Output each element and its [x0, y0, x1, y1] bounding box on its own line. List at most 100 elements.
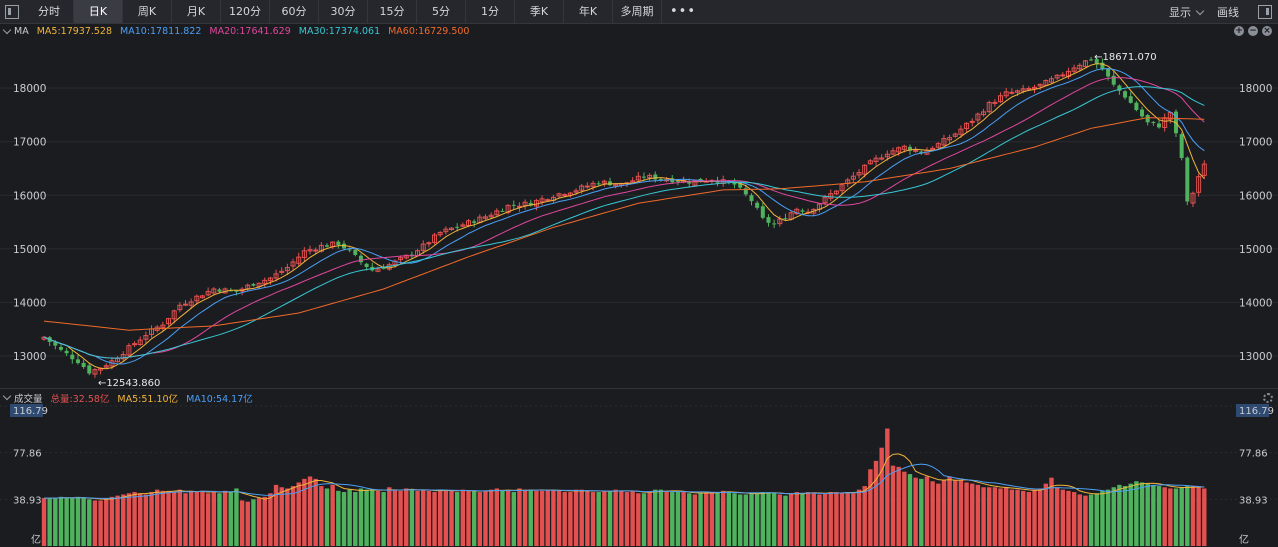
volume-bar	[511, 492, 516, 546]
volume-bar	[777, 494, 782, 546]
volume-bar	[155, 489, 160, 546]
candle-body	[992, 101, 998, 104]
volume-bar	[856, 489, 862, 546]
volume-bar	[862, 486, 867, 546]
volume-bar	[585, 490, 590, 546]
volume-bar	[698, 493, 703, 546]
volume-bar	[556, 490, 562, 546]
volume-bar	[1020, 490, 1026, 546]
candle-body	[70, 354, 75, 360]
volume-bar	[1122, 486, 1128, 546]
volume-bar	[70, 498, 75, 546]
candle-body	[755, 202, 760, 208]
volume-bar	[98, 500, 103, 546]
volume-bar	[596, 492, 601, 546]
volume-bar	[75, 496, 81, 546]
volume-bar	[415, 490, 420, 546]
volume-bar	[364, 489, 369, 546]
candle-body	[325, 245, 329, 247]
candle-body	[749, 195, 754, 202]
volume-bar	[1151, 484, 1156, 546]
volume-bar	[675, 492, 681, 546]
candle-body	[358, 255, 363, 263]
stock-chart[interactable]: 13000 13000 14000 14000 15000 15000 16000 16000…	[0, 0, 1278, 547]
volume-bar	[1156, 486, 1162, 546]
volume-bar	[783, 495, 788, 546]
candle-body	[251, 284, 256, 286]
volume-bar	[754, 493, 760, 546]
volume-bar	[1128, 483, 1133, 546]
volume-bar	[845, 492, 850, 546]
volume-bar	[370, 489, 375, 546]
volume-bar	[1173, 488, 1179, 546]
volume-bar	[704, 492, 709, 546]
candles	[41, 56, 1207, 378]
volume-bar	[992, 487, 998, 546]
volume-tick-right-2: 116.79	[1239, 406, 1274, 417]
volume-bar	[517, 488, 522, 546]
volume-bar	[483, 490, 488, 546]
candle-body	[969, 120, 975, 123]
volume-bar	[551, 489, 556, 546]
candle-body	[1060, 74, 1066, 77]
volume-bar	[613, 489, 618, 546]
volume-bar	[138, 493, 143, 546]
candle-body	[913, 149, 919, 152]
candle-body	[1151, 121, 1156, 123]
volume-bar	[132, 492, 137, 546]
volume-bar	[602, 490, 607, 546]
volume-bar	[868, 469, 873, 546]
volume-unit-right: 亿	[1239, 533, 1249, 546]
volume-bar	[647, 492, 652, 546]
candle-body	[766, 217, 771, 223]
volume-bar	[913, 477, 918, 546]
volume-bar	[222, 490, 228, 546]
volume-bar	[358, 488, 364, 546]
volume-bar	[562, 492, 567, 546]
volume-bar	[1145, 483, 1150, 546]
candle-body	[1134, 102, 1139, 111]
volume-bar	[1111, 487, 1116, 546]
volume-bar	[721, 490, 726, 546]
volume-bar	[760, 492, 766, 546]
candle-body	[1185, 157, 1190, 202]
volume-bar	[811, 493, 816, 546]
volume-bar	[188, 490, 194, 546]
volume-bar	[183, 493, 188, 546]
volume-bar	[1185, 486, 1190, 546]
ma10-line	[43, 68, 1205, 365]
volume-bar	[109, 496, 115, 546]
candle-body	[545, 199, 551, 202]
candle-body	[313, 249, 319, 252]
volume-bar	[771, 493, 777, 546]
volume-bar	[1202, 488, 1207, 546]
volume-bar	[743, 494, 749, 546]
volume-bar	[579, 489, 584, 546]
ma60-line	[43, 117, 1205, 331]
volume-bar	[528, 489, 533, 546]
volume-bar	[41, 498, 47, 546]
candle-body	[353, 249, 358, 255]
volume-bar	[573, 489, 579, 546]
volume-bar	[121, 494, 126, 546]
volume-bar	[392, 489, 398, 546]
volume-bar	[879, 447, 884, 546]
volume-bar	[709, 492, 715, 546]
volume-bar	[902, 471, 907, 546]
volume-bar	[409, 489, 415, 546]
volume-bar	[149, 492, 154, 546]
price-tick-left-4: 17000	[13, 137, 46, 149]
volume-bar	[432, 492, 437, 546]
volume-bar	[568, 492, 573, 546]
volume-bar	[749, 493, 754, 546]
volume-bar	[726, 492, 732, 546]
volume-bar	[981, 487, 986, 546]
volume-bar	[1134, 481, 1139, 546]
volume-bar	[194, 492, 200, 546]
volume-bar	[251, 499, 256, 546]
candle-body	[641, 176, 646, 178]
volume-bar	[975, 484, 981, 546]
volume-bar	[1043, 483, 1049, 546]
volume-bar	[381, 492, 386, 546]
volume-tick-left-1: 77.86	[13, 449, 42, 460]
